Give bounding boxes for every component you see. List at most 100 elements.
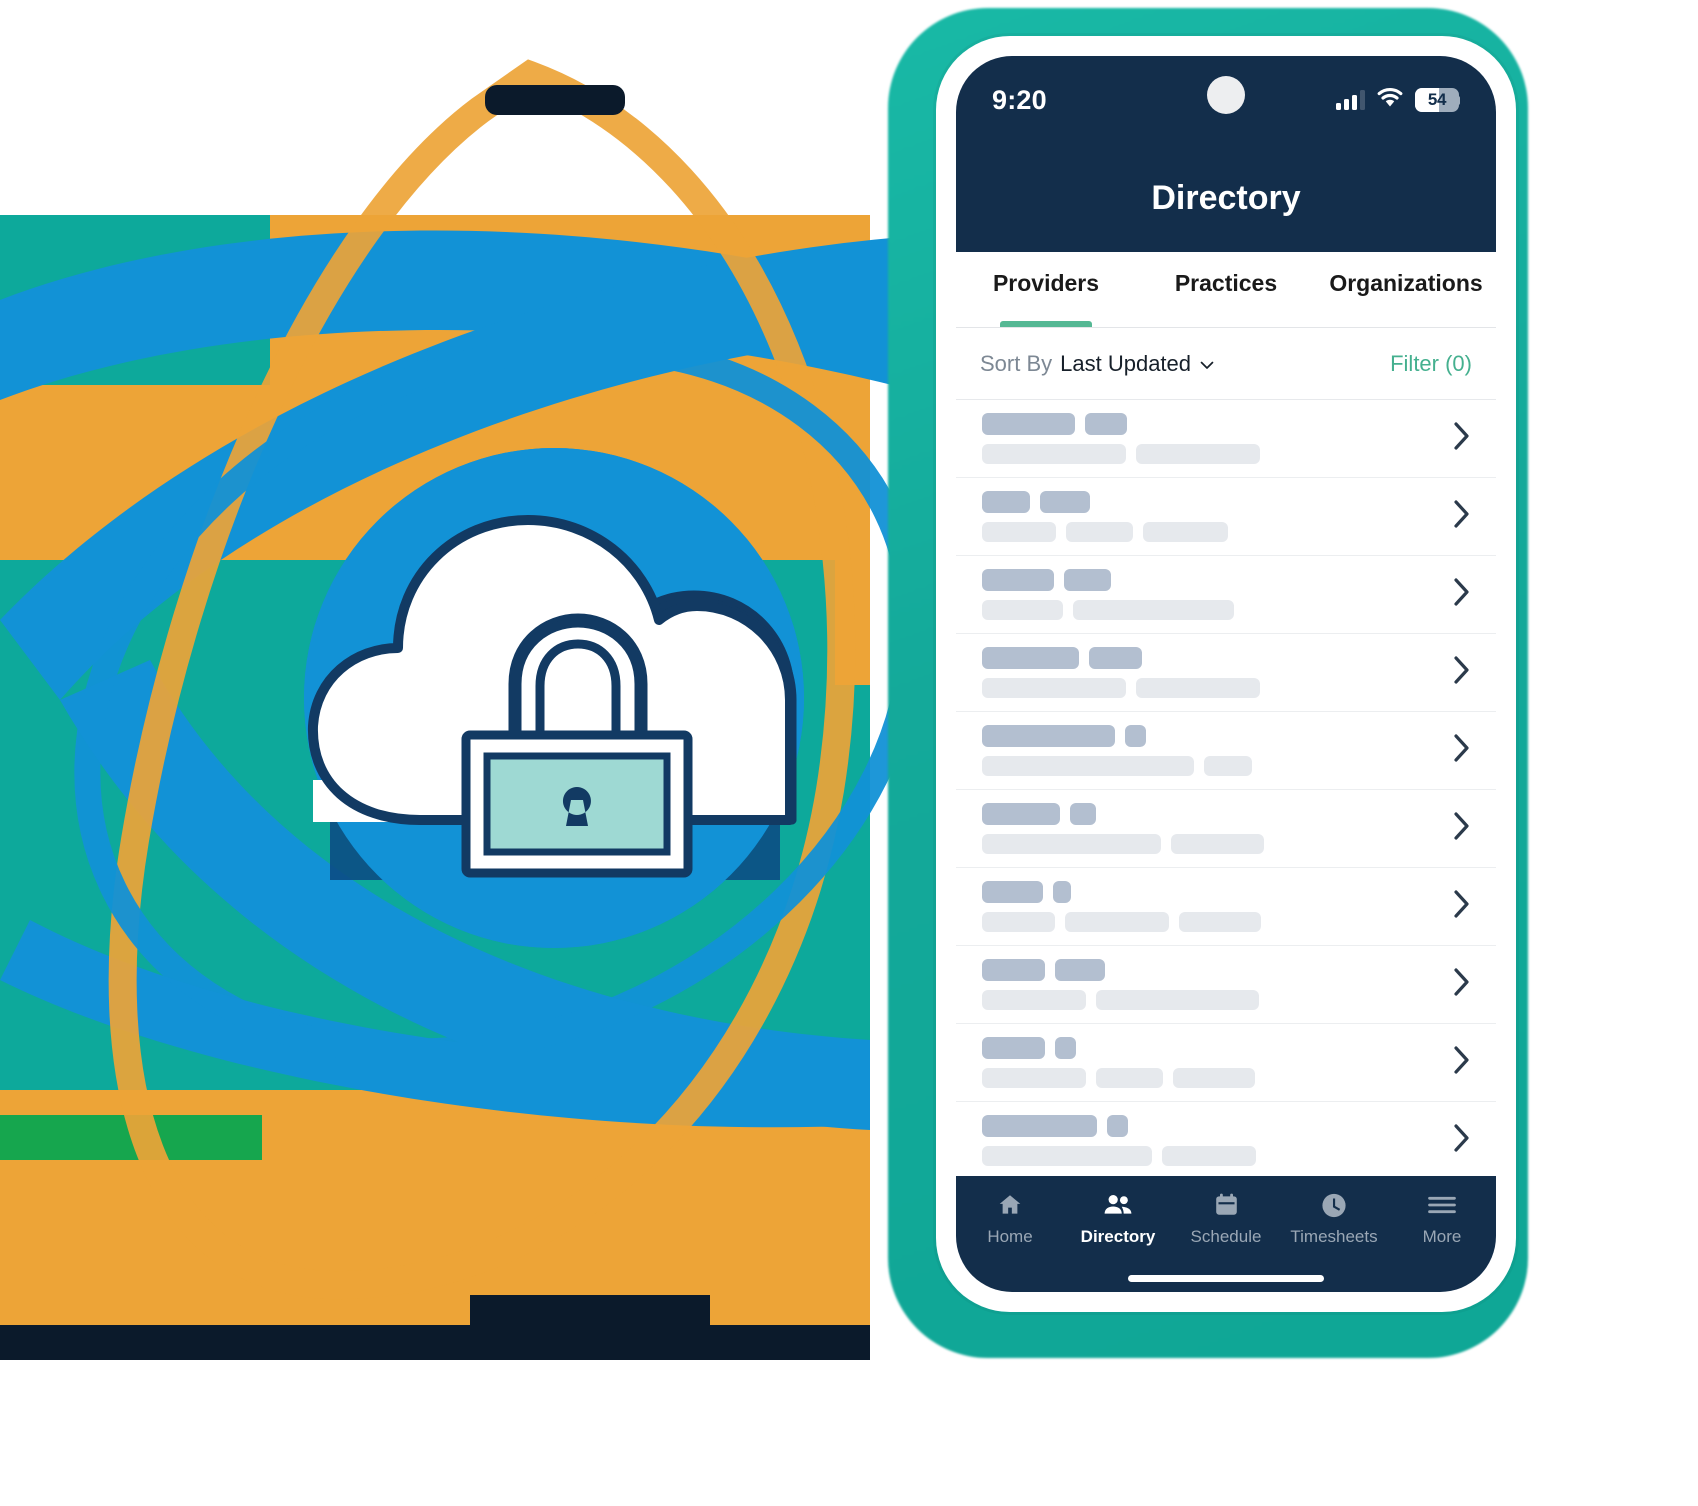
table-row[interactable]	[956, 712, 1496, 790]
sort-by-value: Last Updated	[1060, 350, 1192, 376]
skeleton-bar	[1065, 912, 1170, 932]
tab-practices[interactable]: Practices	[1136, 252, 1316, 327]
skeleton-placeholder	[968, 803, 1442, 854]
skeleton-line-secondary	[982, 678, 1442, 698]
phone-mockup: 9:20 54 Directory Providers Practices Or…	[888, 8, 1528, 1358]
nav-item-directory[interactable]: Directory	[1064, 1190, 1172, 1247]
skeleton-bar	[1107, 1115, 1129, 1137]
skeleton-line-secondary	[982, 834, 1442, 854]
skeleton-line-primary	[982, 569, 1442, 591]
skeleton-placeholder	[968, 491, 1442, 542]
screenshot-stage: 9:20 54 Directory Providers Practices Or…	[0, 0, 1698, 1506]
chevron-right-icon[interactable]	[1452, 655, 1472, 690]
chevron-down-icon	[1199, 357, 1214, 371]
skeleton-bar	[982, 725, 1115, 747]
skeleton-bar	[1055, 1037, 1077, 1059]
tab-providers[interactable]: Providers	[956, 252, 1136, 327]
cellular-signal-icon	[1336, 90, 1365, 110]
nav-item-directory-label: Directory	[1080, 1227, 1156, 1246]
home-indicator	[1128, 1275, 1324, 1282]
filter-button[interactable]: Filter (0)	[1390, 351, 1472, 377]
skeleton-bar	[982, 1146, 1152, 1166]
skeleton-bar	[1204, 756, 1253, 776]
table-row[interactable]	[956, 400, 1496, 478]
table-row[interactable]	[956, 946, 1496, 1024]
skeleton-bar	[982, 647, 1079, 669]
skeleton-bar	[1063, 569, 1112, 591]
table-row[interactable]	[956, 634, 1496, 712]
phone-screen: 9:20 54 Directory Providers Practices Or…	[956, 56, 1496, 1292]
directory-list[interactable]: Ignatowski, Jr., MD	[956, 400, 1496, 1176]
skeleton-bar	[1070, 803, 1097, 825]
tab-organizations[interactable]: Organizations	[1316, 252, 1496, 327]
table-row[interactable]	[956, 556, 1496, 634]
skeleton-line-primary	[982, 491, 1442, 513]
skeleton-bar	[1179, 912, 1262, 932]
table-row[interactable]	[956, 790, 1496, 868]
sort-by-control[interactable]: Sort By Last Updated	[980, 350, 1214, 377]
chevron-right-icon[interactable]	[1452, 811, 1472, 846]
nav-item-timesheets[interactable]: Timesheets	[1280, 1190, 1388, 1247]
skeleton-line-secondary	[982, 756, 1442, 776]
skeleton-bar	[982, 678, 1126, 698]
app-header: Directory	[956, 144, 1496, 252]
tab-providers-label: Providers	[992, 270, 1100, 296]
skeleton-bar	[1088, 647, 1143, 669]
chevron-right-icon[interactable]	[1452, 577, 1472, 612]
chevron-right-icon[interactable]	[1452, 499, 1472, 534]
skeleton-bar	[982, 803, 1061, 825]
skeleton-bar	[1170, 834, 1264, 854]
hamburger-menu-icon	[1425, 1190, 1459, 1220]
skeleton-line-primary	[982, 881, 1442, 903]
chevron-right-icon[interactable]	[1452, 889, 1472, 924]
skeleton-bar	[982, 912, 1056, 932]
nav-item-schedule-label: Schedule	[1190, 1227, 1262, 1246]
nav-item-timesheets-label: Timesheets	[1290, 1227, 1378, 1246]
leaf-notch	[485, 85, 625, 115]
nav-item-schedule[interactable]: Schedule	[1172, 1190, 1280, 1247]
battery-level: 54	[1427, 90, 1447, 109]
skeleton-line-secondary	[982, 912, 1442, 932]
tab-active-underline	[1000, 321, 1092, 327]
table-row[interactable]	[956, 868, 1496, 946]
skeleton-line-primary	[982, 1037, 1442, 1059]
nav-item-home-label: Home	[987, 1227, 1033, 1246]
status-time: 9:20	[992, 84, 1047, 115]
skeleton-bar	[982, 990, 1087, 1010]
skeleton-bar	[1135, 678, 1260, 698]
skeleton-bar	[1040, 491, 1090, 513]
chevron-right-icon[interactable]	[1452, 733, 1472, 768]
clock-icon	[1317, 1190, 1351, 1220]
skeleton-bar	[1072, 600, 1234, 620]
skeleton-bar	[1143, 522, 1228, 542]
skeleton-line-secondary	[982, 1068, 1442, 1088]
table-row[interactable]	[956, 1024, 1496, 1102]
skeleton-line-primary	[982, 1115, 1442, 1137]
phone-body: 9:20 54 Directory Providers Practices Or…	[936, 36, 1516, 1312]
skeleton-bar	[1124, 725, 1146, 747]
skeleton-line-secondary	[982, 522, 1442, 542]
skeleton-line-secondary	[982, 444, 1442, 464]
nav-item-more[interactable]: More	[1388, 1190, 1496, 1247]
skeleton-bar	[1096, 1068, 1164, 1088]
table-row[interactable]	[956, 478, 1496, 556]
skeleton-bar	[1052, 881, 1072, 903]
skeleton-placeholder	[968, 881, 1442, 932]
skeleton-placeholder	[968, 725, 1442, 776]
skeleton-bar	[982, 522, 1057, 542]
page-title: Directory	[1151, 178, 1301, 217]
skeleton-bar	[1085, 413, 1128, 435]
sort-filter-bar: Sort By Last Updated Filter (0)	[956, 328, 1496, 400]
table-row[interactable]	[956, 1102, 1496, 1176]
skeleton-line-primary	[982, 959, 1442, 981]
chevron-right-icon[interactable]	[1452, 421, 1472, 456]
chevron-right-icon[interactable]	[1452, 1045, 1472, 1080]
skeleton-bar	[982, 491, 1031, 513]
chevron-right-icon[interactable]	[1452, 967, 1472, 1002]
skeleton-bar	[982, 756, 1195, 776]
chevron-right-icon[interactable]	[1452, 1123, 1472, 1158]
cloud-security-illustration	[0, 0, 1000, 1420]
skeleton-placeholder	[968, 569, 1442, 620]
nav-item-home[interactable]: Home	[956, 1190, 1064, 1247]
battery-icon: 54	[1415, 88, 1460, 112]
